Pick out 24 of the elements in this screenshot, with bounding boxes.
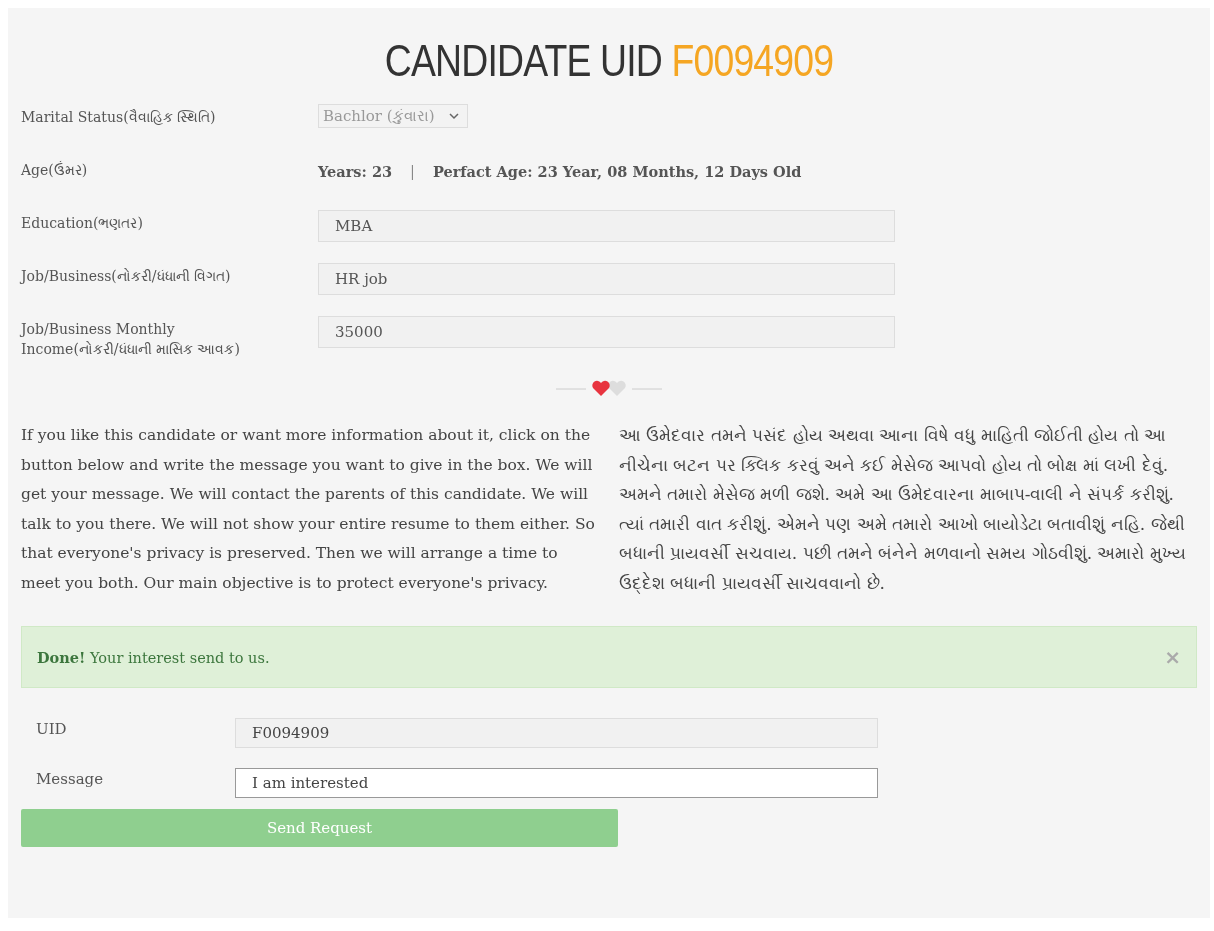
send-request-button[interactable]: Send Request [21, 809, 618, 847]
info-paragraph: If you like this candidate or want more information about it, click on the button below and write the message you want to give in the box. We will get your message. We will contact the parents of this candidate. We will talk to you there. We will not show your entire resume to them either. So that everyone's privacy is preserved. Then we will arrange a time to meet you both. Our main objective is to protect everyone's privacy. [21, 425, 596, 594]
info-paragraph: આ ઉમેદવાર તમને પસંદ હોય અથવા આના વિષે વધુ માહિતી જોઈતી હોય તો આ નીચેના બટન પર ક્લિક કરવું અને કઈ મેસેજ આપવો હોય તો બોક્ષ માં લખી દેવું. અમને તમારો મેસેજ મળી જશે. અમે આ ઉમેદવારના માબાપ-વાલી ને સંપર્ક કરીશું. ત્યાં તમારી વાત કરીશું. એમને પણ અમે તમારો આખો બાયોડેટા બતાવીશું નહિ. જેથી બધાની પ્રાયવર્સી સચવાય. પછી તમને બંનેને મળવાનો સમય ગોઠવીશું. અમારો મુખ્ય ઉદ્દેશ બધાની પ્રાયવર્સી સાચવવાનો છે. [619, 424, 1187, 596]
field-label: Message [36, 770, 105, 788]
marital-status-select[interactable]: Bachlor (કુંવારા) [318, 104, 468, 128]
separator: | [410, 163, 415, 180]
exact-age: Perfact Age: 23 Year, 08 Months, 12 Days Old [433, 163, 802, 180]
field-label: Age(ઉંમર) [21, 160, 89, 180]
candidate-uid: F0094909 [671, 36, 834, 85]
hearts-divider-icon [554, 379, 664, 399]
readonly-field: 35000 [318, 316, 895, 348]
field-label: UID [36, 720, 68, 738]
field-label: Marital Status(વૈવાહિક સ્થિતિ) [21, 108, 217, 127]
readonly-field: MBA [318, 210, 895, 242]
page-title: CANDIDATE UID [384, 36, 662, 85]
readonly-field: HR job [318, 263, 895, 295]
age-years: Years: 23 [318, 163, 393, 180]
field-label: Job/Business Monthly Income(નોકરી/ધંધાની માસિક આવક) [21, 320, 241, 359]
message-field[interactable]: I am interested [235, 768, 878, 798]
caret-icon [448, 112, 459, 120]
alert-message: Done! Your interest send to us. [37, 648, 270, 666]
field-label: Education(ભણતર) [21, 214, 144, 233]
close-icon[interactable]: × [1164, 645, 1181, 669]
field-label: Job/Business(નોકરી/ધંધાની વિગત) [21, 267, 232, 286]
